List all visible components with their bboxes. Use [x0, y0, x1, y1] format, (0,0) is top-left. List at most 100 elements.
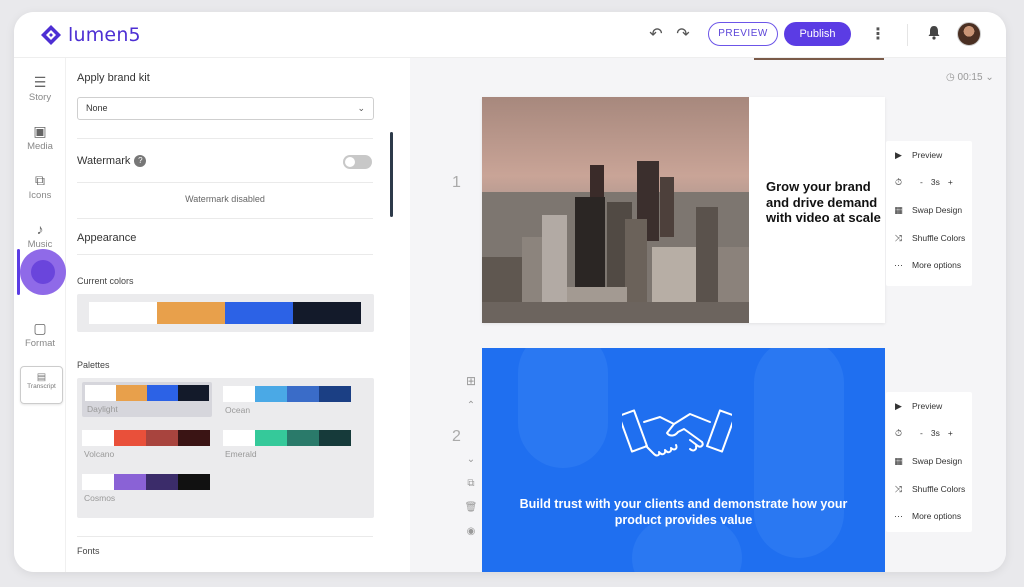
swap-design-label: Swap Design [912, 205, 963, 215]
shuffle-icon: ⤨ [894, 483, 903, 494]
previous-scene-thumbnail[interactable] [754, 58, 884, 60]
nav-item-format[interactable]: ▢ Format [14, 320, 66, 349]
current-color-swatch[interactable] [225, 302, 293, 324]
nav-item-story[interactable]: ☰ Story [14, 74, 66, 103]
current-colors-swatches[interactable] [89, 302, 361, 324]
panel-scrollbar[interactable] [390, 132, 393, 217]
add-scene-icon[interactable]: ⊞ [464, 374, 478, 388]
scene-2-duration[interactable]: ⏱ -3s + [892, 425, 953, 441]
palette-swatch [223, 386, 255, 402]
divider [77, 254, 373, 255]
transcript-button[interactable]: ▤ Transcript [20, 366, 63, 404]
play-icon: ▶ [895, 149, 902, 160]
current-colors-label: Current colors [77, 276, 134, 286]
palette-swatch [178, 430, 210, 446]
divider [77, 138, 373, 139]
scene-2-swap-design[interactable]: ▦ Swap Design [892, 453, 962, 469]
logo-text: lumen5 [68, 24, 141, 46]
palette-volcano[interactable]: Volcano [82, 430, 212, 459]
duration-increase[interactable]: + [948, 177, 953, 187]
undo-icon[interactable]: ↶ [646, 25, 666, 45]
shuffle-colors-label: Shuffle Colors [912, 233, 966, 243]
video-duration-value: 00:15 [957, 72, 983, 83]
scene-1-more-options[interactable]: ··· More options [892, 257, 961, 273]
scene-2-card[interactable]: Build trust with your clients and demons… [482, 348, 885, 572]
publish-button[interactable]: Publish [784, 22, 851, 46]
palette-swatch [82, 430, 114, 446]
help-icon[interactable]: ? [134, 155, 147, 167]
palette-name: Cosmos [84, 493, 116, 503]
redo-icon[interactable]: ↷ [673, 25, 693, 45]
preview-button[interactable]: PREVIEW [708, 22, 778, 46]
palette-swatch [319, 386, 351, 402]
scene-1-menu: ▶ Preview ⏱ -3s + ▦ Swap Design ⤨ Shuffle Col… [886, 141, 972, 286]
story-icon: ☰ [33, 74, 47, 90]
palette-swatch [178, 385, 209, 401]
play-icon: ▶ [895, 400, 902, 411]
brand-kit-select[interactable]: None ⌄ [77, 97, 374, 120]
scene-2-preview[interactable]: ▶ Preview [892, 398, 942, 414]
chevron-down-icon: ⌄ [357, 103, 365, 113]
divider [77, 536, 373, 537]
scene-1-shuffle-colors[interactable]: ⤨ Shuffle Colors [892, 230, 965, 246]
scene-1-text[interactable]: Grow your brand and drive demand with vi… [766, 179, 881, 226]
scene-canvas: ◷ 00:15 ⌄ 1 Grow your brand and drive de… [410, 58, 1006, 572]
current-color-swatch[interactable] [157, 302, 225, 324]
palettes-grid: Daylight Ocean Volcano Emerald Cosmos [77, 378, 374, 518]
nav-label-story: Story [28, 92, 52, 103]
scene-2-text[interactable]: Build trust with your clients and demons… [502, 496, 865, 528]
duplicate-icon[interactable]: ⧉ [464, 478, 478, 489]
palette-swatch [114, 474, 146, 490]
nav-item-icons[interactable]: ⧉ Icons [14, 172, 66, 201]
scene-2-shuffle-colors[interactable]: ⤨ Shuffle Colors [892, 481, 965, 497]
duration-decrease[interactable]: - [920, 177, 923, 187]
duration-value: 3s [930, 177, 940, 187]
header-divider [907, 24, 908, 46]
move-down-icon[interactable]: ⌄ [464, 454, 478, 465]
nav-item-music[interactable]: ♪ Music [14, 221, 66, 250]
scene-1-duration[interactable]: ⏱ -3s + [892, 174, 953, 190]
notifications-bell-icon[interactable] [924, 25, 944, 45]
palette-ocean[interactable]: Ocean [223, 386, 353, 415]
swap-design-icon: ▦ [894, 204, 903, 215]
palette-daylight[interactable]: Daylight [82, 382, 212, 417]
watermark-label: Watermark [77, 155, 131, 167]
palette-name: Volcano [84, 449, 115, 459]
divider [77, 182, 373, 183]
scene-2-more-options[interactable]: ··· More options [892, 508, 961, 524]
duration-increase[interactable]: + [948, 428, 953, 438]
swap-design-icon: ▦ [894, 455, 903, 466]
scene-1-swap-design[interactable]: ▦ Swap Design [892, 202, 962, 218]
scene-2-menu: ▶ Preview ⏱ -3s + ▦ Swap Design ⤨ Shuffle Col… [886, 392, 972, 532]
more-vertical-icon[interactable]: ⋮ [868, 25, 888, 45]
toggle-knob [345, 157, 355, 167]
music-icon: ♪ [36, 221, 44, 237]
top-bar: lumen5 ↶ ↷ PREVIEW Publish ⋮ [14, 12, 1006, 58]
more-horizontal-icon: ··· [894, 260, 903, 270]
delete-icon[interactable]: 🗑 [464, 502, 478, 513]
logo[interactable]: lumen5 [40, 24, 141, 46]
palette-swatches [85, 385, 209, 401]
divider [77, 218, 373, 219]
duration-decrease[interactable]: - [920, 428, 923, 438]
user-avatar[interactable] [957, 22, 981, 46]
palette-emerald[interactable]: Emerald [223, 430, 353, 459]
palette-swatches [223, 430, 353, 446]
scene-number-2: 2 [452, 428, 461, 445]
video-duration: ◷ 00:15 ⌄ [946, 72, 994, 83]
move-up-icon[interactable]: ⌃ [464, 400, 478, 411]
scene-1-card[interactable]: Grow your brand and drive demand with vi… [482, 97, 885, 323]
style-hexagon-icon [31, 260, 55, 284]
brand-kit-value: None [86, 103, 108, 113]
current-color-swatch[interactable] [293, 302, 361, 324]
palette-cosmos[interactable]: Cosmos [82, 474, 212, 503]
scene-1-preview[interactable]: ▶ Preview [892, 147, 942, 163]
brand-kit-label: Apply brand kit [77, 72, 150, 84]
visibility-icon[interactable]: ◉ [464, 526, 478, 537]
handshake-icon [622, 409, 732, 457]
palette-swatch [147, 385, 178, 401]
watermark-toggle[interactable] [343, 155, 372, 169]
style-settings-panel: Apply brand kit None ⌄ Watermark? Waterm… [66, 58, 393, 572]
nav-item-media[interactable]: ▣ Media [14, 123, 66, 152]
current-color-swatch[interactable] [89, 302, 157, 324]
